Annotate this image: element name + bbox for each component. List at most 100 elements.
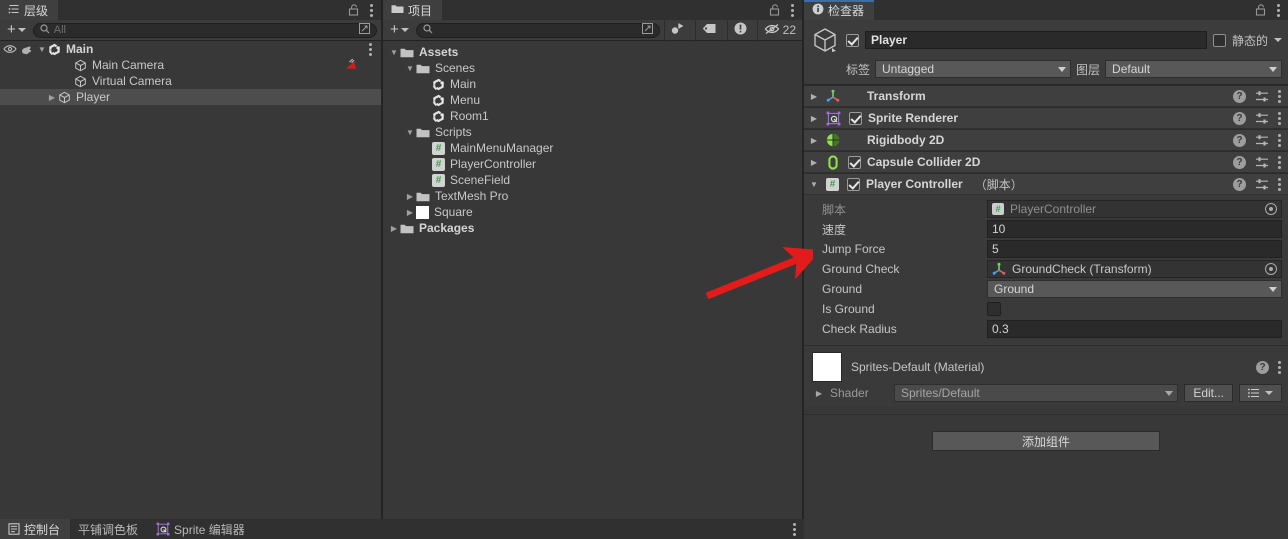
property-checkbox[interactable] <box>987 302 1001 316</box>
hierarchy-add-button[interactable]: + <box>4 22 29 37</box>
layer-dropdown[interactable]: Default <box>1105 60 1282 78</box>
project-filter-warning[interactable] <box>726 19 753 41</box>
help-icon[interactable]: ? <box>1233 177 1246 191</box>
presets-icon[interactable] <box>1255 134 1269 147</box>
component-header-rigidbody-2d[interactable]: ▶ Rigidbody 2D? <box>804 129 1288 151</box>
object-picker-icon[interactable] <box>1265 203 1277 215</box>
tab-inspector[interactable]: 检查器 <box>804 0 875 20</box>
help-icon[interactable]: ? <box>1233 133 1246 147</box>
lock-icon[interactable] <box>769 3 782 17</box>
inspector-menu-icon[interactable] <box>1277 3 1281 17</box>
project-filter-favorite[interactable] <box>663 19 691 41</box>
hierarchy-item-player[interactable]: ▶ Player <box>0 89 381 105</box>
project-item-textmesh-pro[interactable]: ▶ TextMesh Pro <box>383 188 802 204</box>
gameobject-enabled-checkbox[interactable] <box>846 33 859 47</box>
bottom-tab-控制台[interactable]: 控制台 <box>0 519 71 539</box>
chevron-right-icon[interactable]: ▶ <box>404 208 416 217</box>
lock-icon[interactable] <box>1255 3 1268 17</box>
static-dropdown-icon[interactable] <box>1274 38 1282 42</box>
component-enabled-checkbox[interactable] <box>849 111 862 125</box>
project-item-scenefield[interactable]: ▶# SceneField <box>383 172 802 188</box>
chevron-down-icon[interactable]: ▼ <box>808 180 820 189</box>
project-item-scripts[interactable]: ▼ Scripts <box>383 124 802 140</box>
hierarchy-search-input[interactable]: All <box>32 22 377 38</box>
project-menu-icon[interactable] <box>791 3 795 17</box>
bottom-tab-平铺调色板[interactable]: 平铺调色板 <box>70 519 148 539</box>
object-picker-icon[interactable] <box>1265 263 1277 275</box>
shader-presets-button[interactable] <box>1239 384 1282 402</box>
project-hidden-count[interactable]: 22 <box>756 19 802 41</box>
project-item-square[interactable]: ▶ Square <box>383 204 802 220</box>
hierarchy-item-main[interactable]: ▼ Main <box>0 41 381 57</box>
project-item-menu[interactable]: ▶ Menu <box>383 92 802 108</box>
bottom-menu-icon[interactable] <box>793 522 797 536</box>
help-icon[interactable]: ? <box>1233 111 1246 125</box>
help-icon[interactable]: ? <box>1233 155 1246 169</box>
presets-icon[interactable] <box>1255 90 1269 103</box>
scene-menu-icon[interactable] <box>369 42 373 56</box>
shader-edit-button[interactable]: Edit... <box>1184 384 1233 402</box>
shader-dropdown[interactable]: Sprites/Default <box>894 384 1179 402</box>
component-menu-icon[interactable] <box>1278 111 1282 125</box>
chevron-right-icon[interactable]: ▶ <box>808 158 820 167</box>
hierarchy-tree: ▼ Main▶ Main Camera ▶ Virtual Camera▶ Pl… <box>0 41 381 105</box>
presets-icon[interactable] <box>1255 178 1269 191</box>
project-item-room1[interactable]: ▶ Room1 <box>383 108 802 124</box>
presets-icon[interactable] <box>1255 156 1269 169</box>
chevron-right-icon[interactable]: ▶ <box>404 192 416 201</box>
material-menu-icon[interactable] <box>1278 360 1282 374</box>
component-enabled-checkbox[interactable] <box>848 155 861 169</box>
search-expand-icon[interactable] <box>641 23 653 37</box>
project-item-mainmenumanager[interactable]: ▶# MainMenuManager <box>383 140 802 156</box>
scene-visibility-controls[interactable] <box>0 44 36 55</box>
project-item-packages[interactable]: ▶ Packages <box>383 220 802 236</box>
component-enabled-checkbox[interactable] <box>847 177 860 191</box>
component-header-sprite-renderer[interactable]: ▶ Sprite Renderer? <box>804 107 1288 129</box>
component-menu-icon[interactable] <box>1278 177 1282 191</box>
static-checkbox[interactable] <box>1212 33 1226 47</box>
property-input[interactable]: 0.3 <box>987 320 1282 338</box>
project-add-button[interactable]: + <box>387 22 412 37</box>
chevron-down-icon[interactable]: ▼ <box>36 45 48 54</box>
property-input[interactable]: 5 <box>987 240 1282 258</box>
lock-icon[interactable] <box>348 3 361 17</box>
help-icon[interactable]: ? <box>1256 360 1269 374</box>
component-menu-icon[interactable] <box>1278 89 1282 103</box>
component-menu-icon[interactable] <box>1278 155 1282 169</box>
chevron-down-icon[interactable]: ▼ <box>404 64 416 73</box>
project-search-input[interactable] <box>415 22 660 38</box>
project-filter-label[interactable] <box>694 19 723 41</box>
chevron-right-icon[interactable]: ▶ <box>808 136 820 145</box>
component-header-capsule-collider-2d[interactable]: ▶ Capsule Collider 2D? <box>804 151 1288 173</box>
component-header-transform[interactable]: ▶ Transform? <box>804 85 1288 107</box>
bottom-tab-sprite-编辑器[interactable]: Sprite 编辑器 <box>148 519 255 539</box>
presets-icon[interactable] <box>1255 112 1269 125</box>
tab-project[interactable]: 项目 <box>383 0 443 20</box>
project-item-playercontroller[interactable]: ▶# PlayerController <box>383 156 802 172</box>
chevron-right-icon[interactable]: ▶ <box>388 224 400 233</box>
project-item-assets[interactable]: ▼ Assets <box>383 44 802 60</box>
chevron-right-icon[interactable]: ▶ <box>808 114 820 123</box>
hierarchy-item-virtual-camera[interactable]: ▶ Virtual Camera <box>0 73 381 89</box>
add-component-button[interactable]: 添加组件 <box>932 431 1160 451</box>
component-menu-icon[interactable] <box>1278 133 1282 147</box>
hierarchy-item-main-camera[interactable]: ▶ Main Camera <box>0 57 381 73</box>
project-item-main[interactable]: ▶ Main <box>383 76 802 92</box>
project-item-scenes[interactable]: ▼ Scenes <box>383 60 802 76</box>
tab-hierarchy[interactable]: 层级 <box>0 0 59 20</box>
property-dropdown[interactable]: Ground <box>987 280 1282 298</box>
gameobject-name-input[interactable]: Player <box>865 31 1207 49</box>
material-foldout-icon[interactable]: ▶ <box>814 389 824 398</box>
chevron-right-icon[interactable]: ▶ <box>808 92 820 101</box>
help-icon[interactable]: ? <box>1233 89 1246 103</box>
hierarchy-menu-icon[interactable] <box>370 3 374 17</box>
chevron-right-icon[interactable]: ▶ <box>46 93 58 102</box>
chevron-down-icon[interactable]: ▼ <box>404 128 416 137</box>
tag-dropdown[interactable]: Untagged <box>875 60 1072 78</box>
component-header-player-controller[interactable]: ▼ # Player Controller （脚本）? <box>804 173 1288 195</box>
property-input[interactable]: 10 <box>987 220 1282 238</box>
object-reference-field[interactable]: # PlayerController <box>987 200 1282 218</box>
object-reference-field[interactable]: GroundCheck (Transform) <box>987 260 1282 278</box>
chevron-down-icon[interactable]: ▼ <box>388 48 400 57</box>
search-expand-icon[interactable] <box>359 23 370 37</box>
